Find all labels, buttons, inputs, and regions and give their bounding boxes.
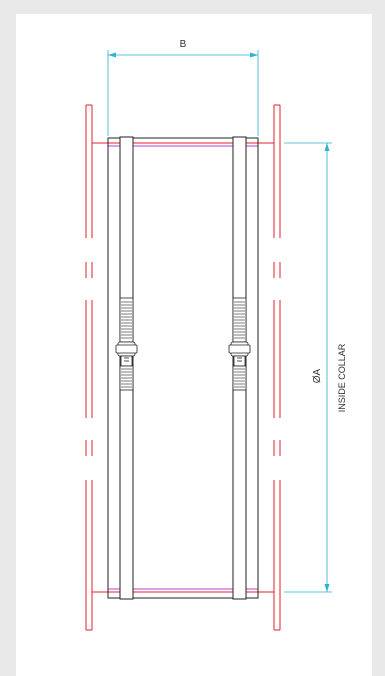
left-collar xyxy=(85,104,93,631)
dimension-a-label: ØA xyxy=(312,368,323,383)
dimension-b-label: B xyxy=(180,39,187,50)
left-tensioner xyxy=(115,297,138,391)
dimension-b xyxy=(107,50,259,136)
dimension-a xyxy=(284,142,332,593)
technical-drawing: B ØA INSIDE COLLAR xyxy=(85,39,347,631)
right-collar xyxy=(273,104,281,631)
collar-edges xyxy=(92,142,274,593)
dimension-a-note: INSIDE COLLAR xyxy=(337,343,347,412)
right-tensioner xyxy=(228,297,251,391)
